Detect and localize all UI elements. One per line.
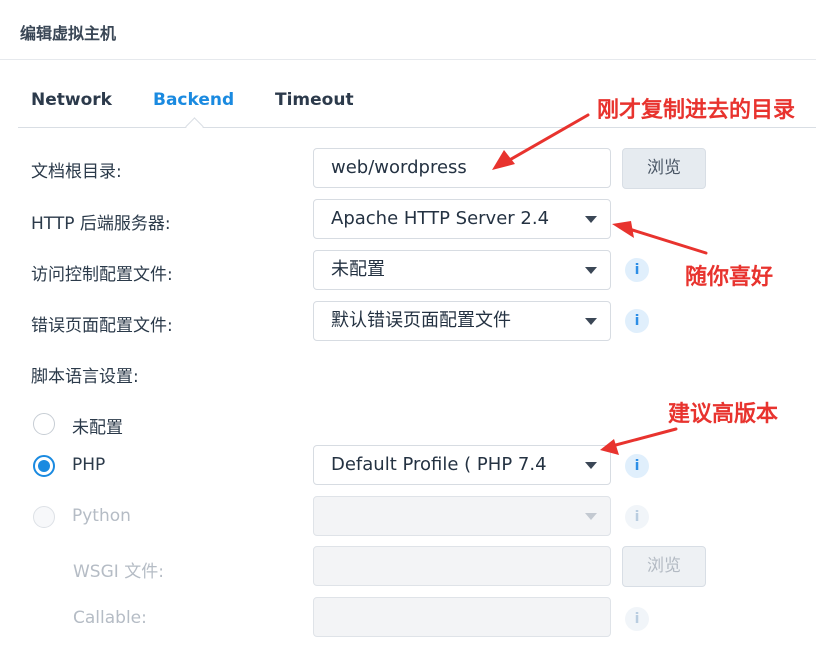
- backend-annotation: 随你喜好: [685, 265, 774, 290]
- arrow-to-backend: [624, 226, 708, 255]
- php-annotation: 建议高版本: [668, 402, 779, 427]
- arrowhead-icon: [600, 439, 619, 455]
- arrowhead-icon: [492, 150, 515, 170]
- arrow-to-php: [610, 427, 678, 448]
- arrow-to-doc-root: [504, 113, 590, 164]
- edit-virtual-host-dialog: 编辑虚拟主机 Network Backend Timeout 文档根目录: we…: [0, 0, 816, 648]
- doc-root-annotation: 刚才复制进去的目录: [597, 98, 796, 123]
- arrowhead-icon: [612, 221, 634, 238]
